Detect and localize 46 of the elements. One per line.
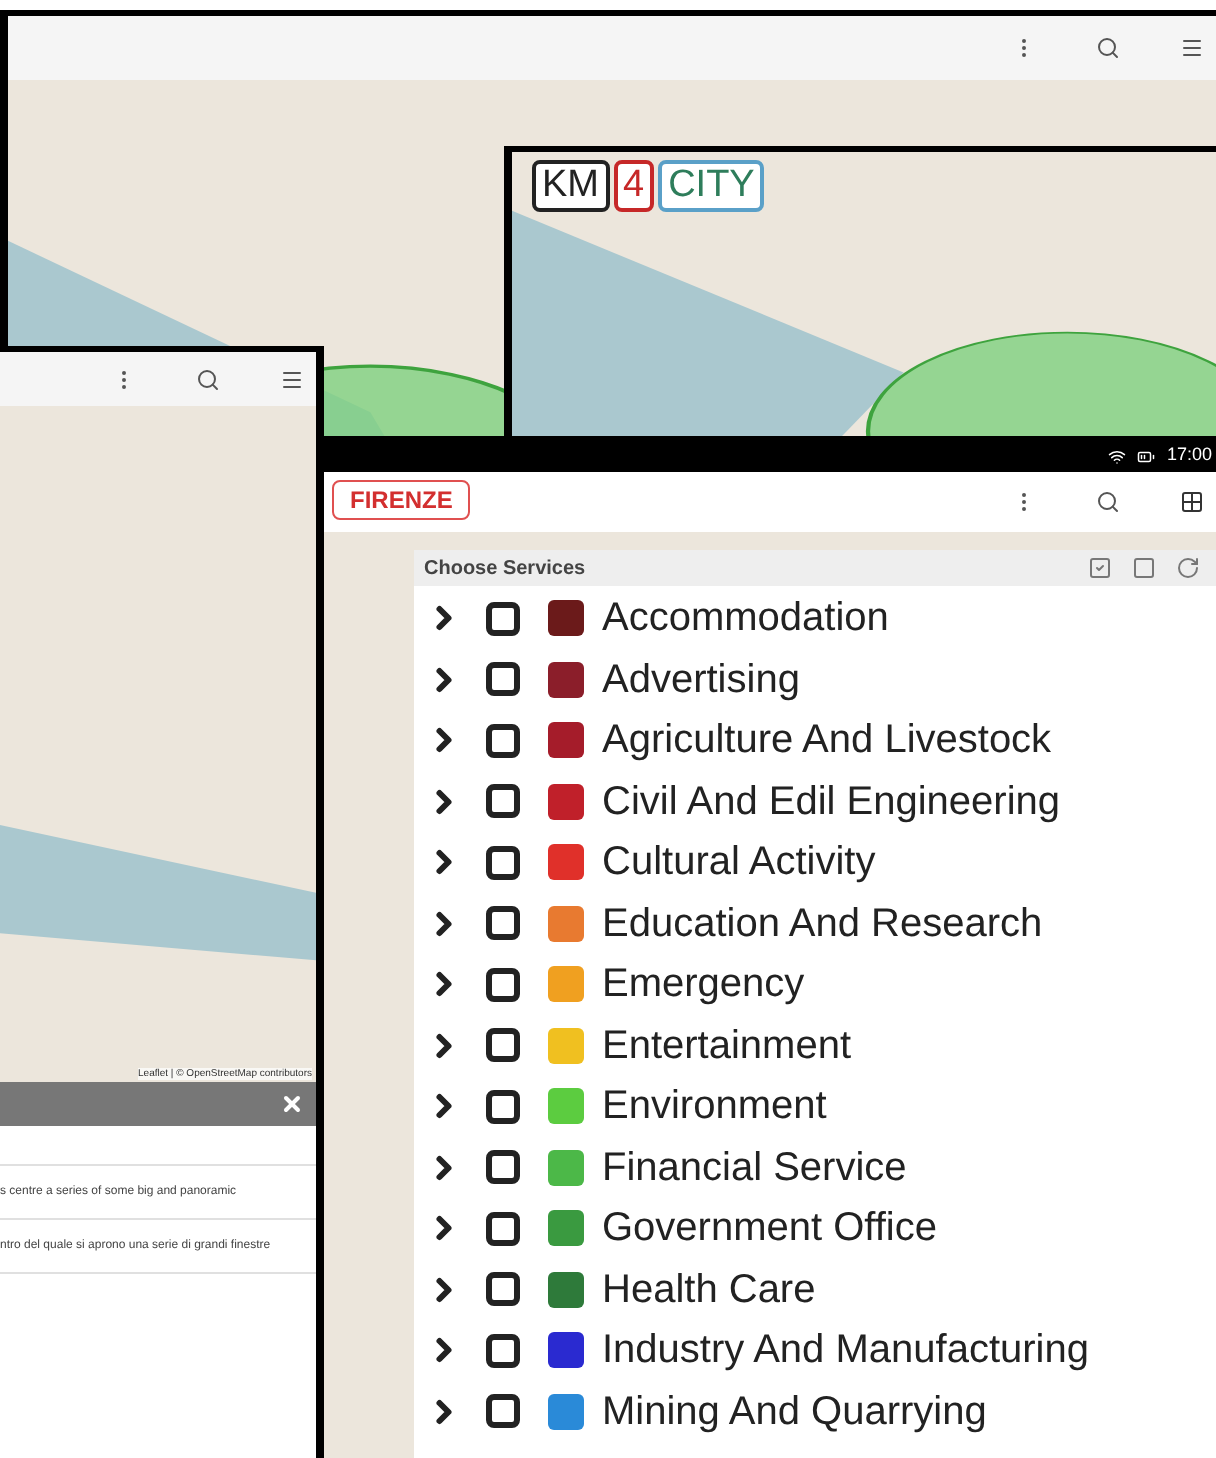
grid-icon[interactable]	[1180, 490, 1204, 514]
city-logo: FIRENZE	[332, 480, 471, 520]
service-checkbox[interactable]	[486, 1150, 520, 1185]
service-label[interactable]: Industry And Manufacturing	[602, 1320, 1089, 1381]
service-label[interactable]: Education And Research	[602, 893, 1043, 954]
service-checkbox[interactable]	[486, 662, 520, 697]
service-label[interactable]: Emergency	[602, 954, 805, 1015]
logo-text: 4	[613, 160, 655, 212]
wifi-icon	[1108, 447, 1127, 465]
service-label[interactable]: Entertainment	[602, 1015, 852, 1076]
logo-text: CITY	[658, 160, 765, 212]
service-checkbox[interactable]	[486, 784, 520, 819]
menu-icon[interactable]	[1180, 36, 1204, 60]
service-label[interactable]: Health Care	[602, 1259, 816, 1320]
service-checkbox[interactable]	[486, 723, 520, 758]
service-label[interactable]: Accommodation	[602, 588, 889, 649]
service-label[interactable]: Mining And Quarrying	[602, 1381, 987, 1442]
service-label[interactable]: Agriculture And Livestock	[602, 710, 1052, 771]
search-icon[interactable]	[196, 367, 220, 391]
service-checkbox[interactable]	[486, 1394, 520, 1429]
select-all-icon[interactable]	[1088, 556, 1112, 580]
service-checkbox[interactable]	[486, 845, 520, 880]
service-label[interactable]: Government Office	[602, 1198, 937, 1259]
service-label[interactable]: Civil And Edil Engineering	[602, 771, 1061, 832]
panel-title: Choose Services	[424, 555, 588, 583]
close-icon[interactable]	[280, 1092, 304, 1116]
service-label[interactable]: Advertising	[602, 649, 800, 710]
service-checkbox[interactable]	[486, 1272, 520, 1307]
logo-text: KM	[532, 160, 609, 212]
deselect-all-icon[interactable]	[1132, 556, 1156, 580]
refresh-icon[interactable]	[1176, 556, 1200, 580]
service-checkbox[interactable]	[486, 1028, 520, 1063]
search-icon[interactable]	[1096, 36, 1120, 60]
service-checkbox[interactable]	[486, 1089, 520, 1124]
battery-icon	[1134, 447, 1159, 465]
service-checkbox[interactable]	[486, 906, 520, 941]
service-checkbox[interactable]	[486, 1211, 520, 1246]
service-label[interactable]: Financial Service	[602, 1137, 907, 1198]
service-checkbox[interactable]	[486, 967, 520, 1002]
service-checkbox[interactable]	[486, 601, 520, 636]
service-label[interactable]: Environment	[602, 1076, 827, 1137]
status-time: 17:00	[1166, 442, 1212, 469]
menu-icon[interactable]	[280, 367, 304, 391]
search-icon[interactable]	[1096, 490, 1120, 514]
service-checkbox[interactable]	[486, 1333, 520, 1368]
service-label[interactable]: Cultural Activity	[602, 832, 876, 893]
